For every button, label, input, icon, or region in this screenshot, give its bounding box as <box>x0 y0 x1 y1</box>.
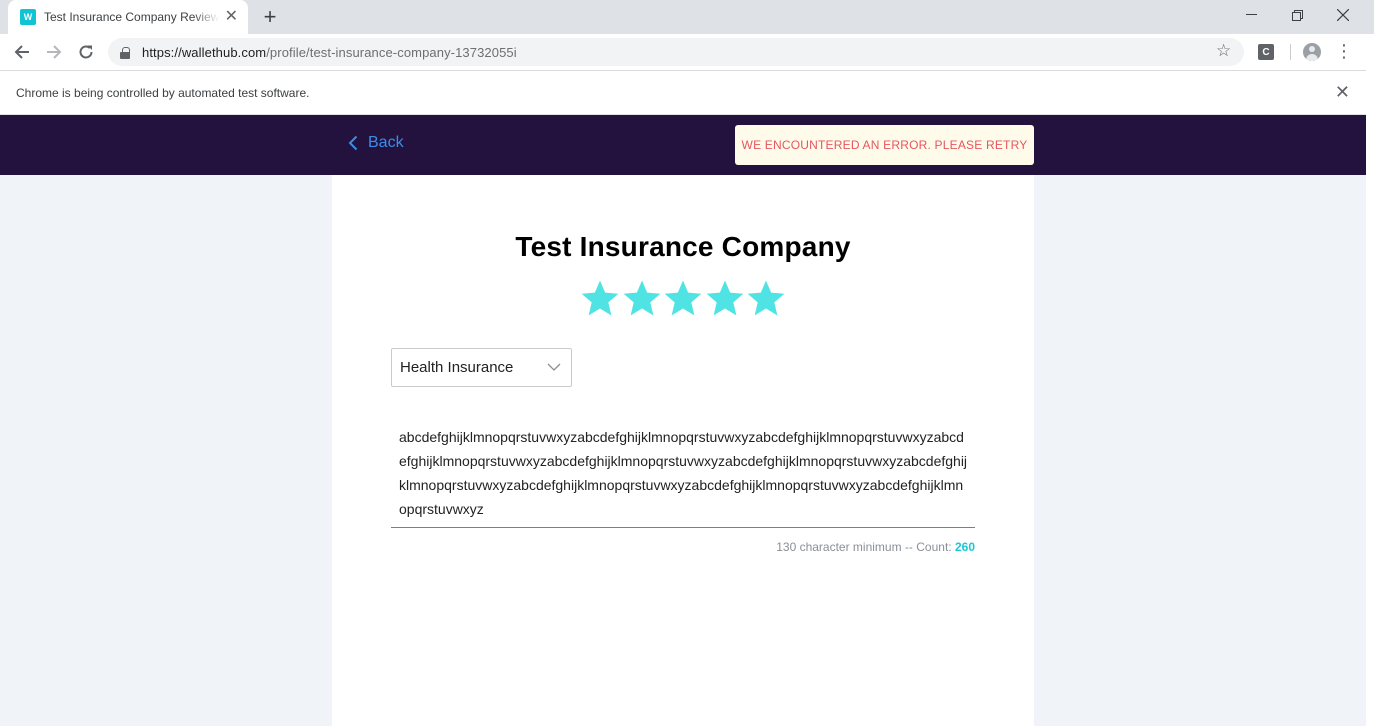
wallethub-favicon-icon: W <box>20 9 36 25</box>
browser-toolbar: https://wallethub.com/profile/test-insur… <box>0 34 1366 71</box>
category-select[interactable]: Health Insurance <box>391 348 572 387</box>
infobar-close-icon[interactable]: ✕ <box>1335 83 1350 101</box>
character-counter: 130 character minimum -- Count: 260 <box>391 540 975 554</box>
category-select-value: Health Insurance <box>400 359 514 376</box>
tab-title: Test Insurance Company Reviews <box>44 10 219 24</box>
browser-tab[interactable]: W Test Insurance Company Reviews ✕ <box>8 0 248 34</box>
profile-avatar-icon[interactable] <box>1303 43 1321 61</box>
reload-icon[interactable] <box>73 39 99 65</box>
character-count-value: 260 <box>954 540 975 554</box>
tab-strip: W Test Insurance Company Reviews ✕ + <box>0 0 1374 34</box>
new-tab-icon[interactable]: + <box>258 5 282 29</box>
bookmark-star-icon[interactable]: ☆ <box>1216 41 1231 61</box>
character-minimum-label: 130 character minimum -- Count: <box>776 540 952 554</box>
window-minimize-icon[interactable] <box>1228 0 1274 30</box>
chevron-down-icon <box>547 363 561 371</box>
star-icon[interactable] <box>622 278 662 318</box>
extension-icon[interactable]: C <box>1258 44 1274 60</box>
error-banner: WE ENCOUNTERED AN ERROR. PLEASE RETRY <box>735 125 1034 165</box>
review-textarea[interactable]: abcdefghijklmnopqrstuvwxyzabcdefghijklmn… <box>391 425 975 528</box>
lock-icon <box>120 46 130 59</box>
star-rating <box>580 278 786 322</box>
back-arrow-icon[interactable] <box>9 39 35 65</box>
automation-infobar: Chrome is being controlled by automated … <box>0 71 1366 115</box>
window-close-icon[interactable] <box>1320 0 1366 30</box>
review-card: Test Insurance Company Health Insurance … <box>332 175 1034 726</box>
chevron-left-icon <box>348 135 358 151</box>
url-text: https://wallethub.com/profile/test-insur… <box>142 44 517 60</box>
star-icon[interactable] <box>705 278 745 318</box>
star-icon[interactable] <box>663 278 703 318</box>
site-header: Back WE ENCOUNTERED AN ERROR. PLEASE RET… <box>0 115 1366 175</box>
window-restore-icon[interactable] <box>1274 0 1320 30</box>
back-label: Back <box>368 134 404 151</box>
error-message: WE ENCOUNTERED AN ERROR. PLEASE RETRY <box>741 138 1028 152</box>
infobar-text: Chrome is being controlled by automated … <box>16 85 310 100</box>
page-content: Back WE ENCOUNTERED AN ERROR. PLEASE RET… <box>0 115 1366 726</box>
tab-close-icon[interactable]: ✕ <box>225 9 238 25</box>
company-title: Test Insurance Company <box>515 231 851 262</box>
kebab-menu-icon[interactable]: ⋮ <box>1335 41 1353 61</box>
back-button[interactable]: Back <box>348 134 404 152</box>
star-icon[interactable] <box>746 278 786 318</box>
toolbar-divider <box>1290 44 1291 60</box>
address-bar[interactable]: https://wallethub.com/profile/test-insur… <box>108 38 1244 66</box>
forward-arrow-icon[interactable] <box>41 39 67 65</box>
star-icon[interactable] <box>580 278 620 318</box>
